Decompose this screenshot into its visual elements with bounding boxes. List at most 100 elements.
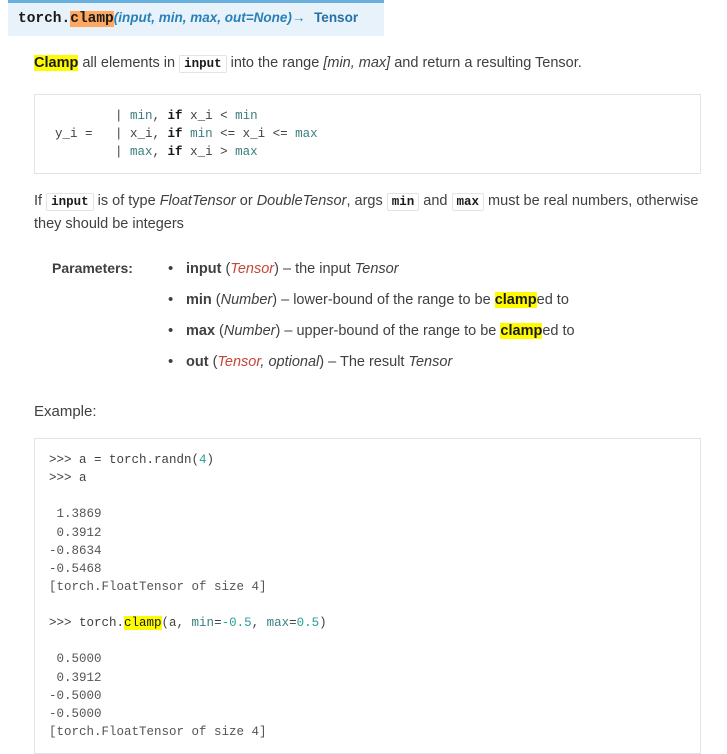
param-desc-pre: lower-bound of the range to be [293, 291, 495, 308]
example-prompt-1-end: ) [206, 453, 215, 468]
example-num-min: -0.5 [221, 616, 252, 631]
formula-l2-val2: min [190, 126, 213, 141]
param-dash: – [277, 291, 294, 308]
formula-l2-expr-a [183, 127, 191, 141]
example-prompt-2: >>> a [49, 471, 87, 486]
formula-l1-val2: min [235, 108, 258, 123]
formula-l3-prefix: | [55, 144, 131, 159]
example-output-row: 1.3869 [49, 507, 102, 522]
formula-l2-kw: if [167, 126, 183, 141]
inline-code-max: max [451, 192, 485, 211]
example-output-row: -0.5000 [49, 706, 102, 721]
param-desc-pre: upper-bound of the range to be [296, 322, 501, 339]
inline-code-input-2: input [46, 192, 94, 211]
formula-l1-prefix: | [55, 108, 131, 123]
formula-l2-mid: , [152, 126, 168, 141]
example-output-row: -0.8634 [49, 543, 102, 558]
parameters-label: Parameters: [52, 259, 133, 276]
type-note-paragraph: If input is of type FloatTensor or Doubl… [34, 190, 701, 237]
formula-code-block: | min, if x_i < min y_i = | x_i, if min … [34, 93, 701, 174]
example-code-block: >>> a = torch.randn(4) >>> a 1.3869 0.39… [34, 438, 701, 754]
description-range: [min, max] [323, 55, 391, 72]
signature-line: torch.clamp(input, min, max, out=None)→ … [8, 3, 384, 37]
type-note-text-1: is of type [93, 192, 160, 209]
param-optional: , optional [260, 354, 320, 370]
example-line-clamp: >>> torch.clamp(a, min=-0.5, max=0.5) [49, 616, 327, 631]
param-desc-post: ed to [536, 291, 569, 308]
param-type: Tensor [217, 354, 261, 370]
list-item: input (Tensor) – the input Tensor [166, 258, 701, 280]
example-kwarg-max: max [266, 616, 290, 631]
list-item: max (Number) – upper-bound of the range … [166, 320, 701, 342]
example-open-paren: (a, [161, 616, 192, 631]
inline-code-min: min [386, 192, 420, 211]
module-prefix: torch. [18, 11, 71, 27]
example-output-row: 0.5000 [49, 652, 102, 667]
example-output-row: 0.3912 [49, 670, 102, 685]
formula-l2-expr-b: <= x_i <= [212, 126, 296, 141]
example-arg-1: 4 [199, 453, 207, 468]
type-note-text-2: or [235, 192, 257, 209]
signature-return-type: Tensor [314, 10, 359, 25]
formula-l1-val: min [130, 108, 153, 123]
param-name: out [186, 354, 209, 370]
param-desc-em: Tensor [408, 354, 453, 370]
description-text-2: into the range [226, 55, 324, 72]
type-note-text-3: , args [346, 192, 387, 209]
type-float-tensor: FloatTensor [159, 192, 236, 209]
param-desc-highlight: clamp [500, 322, 543, 339]
param-type: Number [220, 291, 273, 308]
formula-line-3: | max, if x_i > max [55, 145, 258, 159]
formula-l3-mid: , [152, 144, 168, 159]
clamp-highlight-word: Clamp [34, 55, 79, 72]
documentation-body: Clamp all elements in input into the ran… [0, 52, 727, 754]
example-line-1: >>> a = torch.randn(4) [49, 453, 214, 467]
formula-l3-val2: max [235, 144, 258, 159]
param-type: Tensor [230, 260, 275, 277]
example-prompt-1: >>> a = torch.randn( [49, 453, 200, 468]
parameters-list: input (Tensor) – the input Tensor min (N… [166, 258, 701, 373]
function-name-highlighted: clamp [70, 11, 114, 27]
example-eq-1: = [214, 616, 222, 631]
formula-l1-expr: x_i < [182, 108, 236, 123]
param-desc-pre: the input [295, 260, 355, 277]
parameters-body: input (Tensor) – the input Tensor min (N… [166, 258, 701, 373]
formula-l3-expr: x_i > [182, 144, 236, 159]
example-output-row: -0.5468 [49, 561, 102, 576]
formula-line-2: y_i = | x_i, if min <= x_i <= max [55, 127, 318, 141]
description-text-3: and return a resulting Tensor. [390, 55, 582, 72]
example-label: Example: [34, 403, 97, 421]
example-prompt-3-pre: >>> torch. [49, 616, 125, 631]
param-name: min [186, 291, 212, 308]
example-kwarg-min: min [191, 616, 215, 631]
param-desc-highlight: clamp [494, 291, 537, 308]
type-double-tensor: DoubleTensor [256, 192, 347, 209]
example-num-max: 0.5 [296, 616, 320, 631]
return-arrow-icon: → [291, 10, 306, 25]
formula-l1-kw: if [167, 108, 183, 123]
example-close-paren: ) [319, 616, 327, 631]
formula-l2-val3: max [295, 126, 318, 141]
list-item: out (Tensor, optional) – The result Tens… [166, 351, 701, 373]
formula-l2-val: x_i [130, 126, 153, 141]
param-desc-pre: The result [339, 354, 409, 370]
type-note-text-4: and [419, 192, 452, 209]
param-desc-post: ed to [542, 322, 575, 339]
example-output-meta: [torch.FloatTensor of size 4] [49, 579, 267, 594]
example-eq-2: = [289, 616, 297, 631]
function-signature-header: torch.clamp(input, min, max, out=None)→ … [0, 0, 384, 37]
type-note-lead: If [34, 192, 47, 209]
param-dash: – [278, 260, 296, 277]
inline-code-input: input [179, 55, 227, 74]
param-type: Number [223, 322, 276, 339]
example-output-row: 0.3912 [49, 525, 102, 540]
formula-l1-mid: , [152, 108, 168, 123]
param-dash: – [280, 322, 297, 339]
formula-l3-val: max [130, 144, 153, 159]
description-text-1: all elements in [78, 55, 180, 72]
param-name: max [186, 322, 216, 339]
description-paragraph: Clamp all elements in input into the ran… [34, 52, 701, 75]
param-name: input [186, 260, 222, 277]
formula-l2-prefix: y_i = | [55, 126, 131, 141]
example-output-meta: [torch.FloatTensor of size 4] [49, 724, 267, 739]
